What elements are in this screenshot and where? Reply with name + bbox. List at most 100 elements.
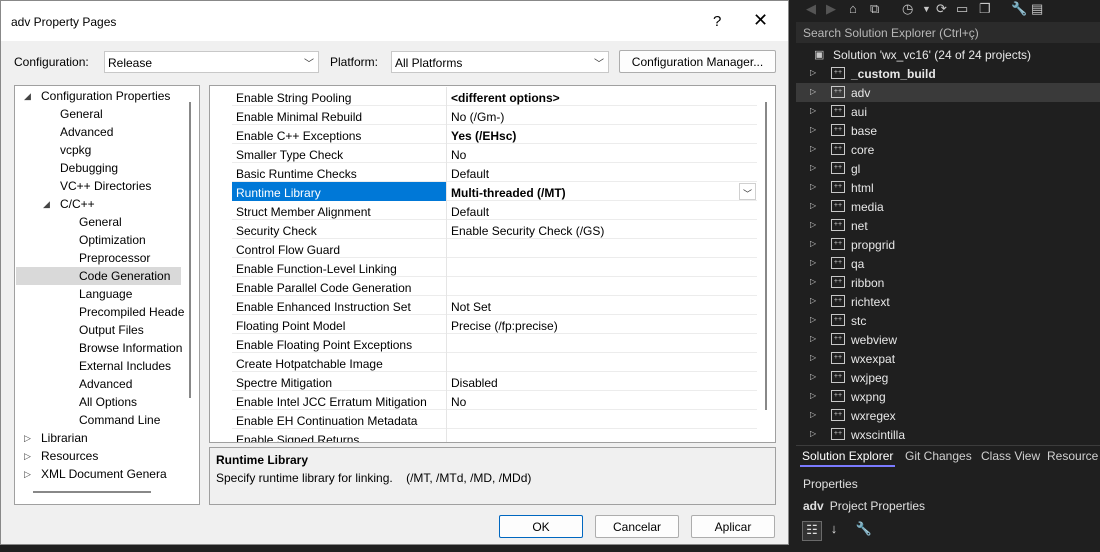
expand-icon[interactable]: ▷ [810,391,816,400]
collapse-icon[interactable]: ◢ [24,91,31,102]
project-item[interactable]: ▷ ++ media [796,197,1100,216]
home-icon[interactable]: ⌂ [849,1,857,16]
property-value[interactable]: Multi-threaded (/MT) [451,186,566,200]
solution-root[interactable]: ▣ Solution 'wx_vc16' (24 of 24 projects) [796,45,1100,64]
tree-item[interactable]: General [16,213,188,231]
properties-wrench-icon[interactable]: 🔧 [1011,1,1027,17]
project-item[interactable]: ▷ ++ adv [796,83,1100,102]
expand-icon[interactable]: ▷ [810,68,816,77]
tree-horizontal-scrollbar[interactable] [33,491,151,493]
tab-solution-explorer[interactable]: Solution Explorer [799,449,896,467]
property-value[interactable]: No [451,148,466,162]
property-value[interactable]: Enable Security Check (/GS) [451,224,604,238]
tree-item[interactable]: ◢ Configuration Properties [16,87,188,105]
expand-icon[interactable]: ▷ [810,277,816,286]
property-row[interactable]: Create Hotpatchable Image [232,353,757,372]
tree-item[interactable]: Debugging [16,159,188,177]
alphabetical-icon[interactable]: ↓ [824,521,844,541]
tree-item[interactable]: ▷ XML Document Genera [16,465,188,483]
expand-icon[interactable]: ▷ [810,315,816,324]
chevron-down-icon[interactable]: ▼ [922,4,931,14]
property-row[interactable]: Spectre Mitigation Disabled [232,372,757,391]
property-row[interactable]: Enable Floating Point Exceptions [232,334,757,353]
tree-item[interactable]: Command Line [16,411,188,429]
help-icon[interactable]: ? [713,13,721,30]
property-row[interactable]: Struct Member Alignment Default [232,201,757,220]
expand-icon[interactable]: ▷ [810,220,816,229]
property-pages-wrench-icon[interactable]: 🔧 [854,521,874,541]
property-row[interactable]: Enable Signed Returns [232,429,757,442]
property-value[interactable]: Not Set [451,300,491,314]
property-row[interactable]: Control Flow Guard [232,239,757,258]
property-row[interactable]: Enable Minimal Rebuild No (/Gm-) [232,106,757,125]
expand-icon[interactable]: ▷ [810,239,816,248]
pending-changes-icon[interactable]: ◷ [902,1,913,17]
tree-item[interactable]: Output Files [16,321,188,339]
grid-vertical-scrollbar[interactable] [765,102,767,410]
property-row[interactable]: Runtime Library Multi-threaded (/MT) ﹀ [232,182,757,201]
expand-icon[interactable]: ▷ [810,410,816,419]
configuration-manager-button[interactable]: Configuration Manager... [619,50,776,73]
property-value[interactable]: Disabled [451,376,498,390]
project-item[interactable]: ▷ ++ wxexpat [796,349,1100,368]
expand-icon[interactable]: ▷ [810,353,816,362]
project-item[interactable]: ▷ ++ richtext [796,292,1100,311]
tab-resource-view[interactable]: Resource V [1047,449,1100,463]
project-item[interactable]: ▷ ++ base [796,121,1100,140]
project-item[interactable]: ▷ ++ qa [796,254,1100,273]
solution-explorer-search-input[interactable]: Search Solution Explorer (Ctrl+ç) [796,22,1100,43]
tree-item[interactable]: Language [16,285,188,303]
expand-icon[interactable]: ▷ [810,334,816,343]
platform-select[interactable]: All Platforms ﹀ [391,51,609,73]
categorized-icon[interactable]: ☷ [802,521,822,541]
expand-icon[interactable]: ▷ [810,258,816,267]
property-grid[interactable]: Enable String Pooling <different options>… [209,85,776,443]
close-icon[interactable]: ✕ [753,10,768,31]
show-all-files-icon[interactable]: ❐ [979,1,991,17]
tab-class-view[interactable]: Class View [981,449,1040,463]
tree-item[interactable]: Advanced [16,123,188,141]
expand-icon[interactable]: ▷ [810,429,816,438]
property-row[interactable]: Enable Intel JCC Erratum Mitigation No [232,391,757,410]
expand-icon[interactable]: ▷ [810,372,816,381]
tree-item[interactable]: Advanced [16,375,188,393]
expand-icon[interactable]: ▷ [810,296,816,305]
expand-icon[interactable]: ▷ [24,433,31,444]
project-item[interactable]: ▷ ++ wxjpeg [796,368,1100,387]
apply-button[interactable]: Aplicar [691,515,775,538]
project-item[interactable]: ▷ ++ aui [796,102,1100,121]
collapse-all-icon[interactable]: ▭ [956,1,968,17]
switch-views-icon[interactable]: ⧉ [870,1,879,17]
tab-git-changes[interactable]: Git Changes [905,449,972,463]
property-row[interactable]: Smaller Type Check No [232,144,757,163]
property-value[interactable]: Default [451,167,489,181]
property-value[interactable]: <different options> [451,91,560,105]
expand-icon[interactable]: ▷ [810,201,816,210]
sync-icon[interactable]: ⟳ [936,1,947,17]
expand-icon[interactable]: ▷ [810,163,816,172]
expand-icon[interactable]: ▷ [810,182,816,191]
property-row[interactable]: Enable Enhanced Instruction Set Not Set [232,296,757,315]
property-row[interactable]: Basic Runtime Checks Default [232,163,757,182]
expand-icon[interactable]: ▷ [810,144,816,153]
tree-item[interactable]: ▷ Resources [16,447,188,465]
project-item[interactable]: ▷ ++ wxregex [796,406,1100,425]
tree-item[interactable]: General [16,105,188,123]
project-item[interactable]: ▷ ++ stc [796,311,1100,330]
expand-icon[interactable]: ▷ [810,87,816,96]
expand-icon[interactable]: ▷ [810,125,816,134]
tree-item[interactable]: ◢ C/C++ [16,195,188,213]
project-item[interactable]: ▷ ++ gl [796,159,1100,178]
expand-icon[interactable]: ▷ [810,106,816,115]
cancel-button[interactable]: Cancelar [595,515,679,538]
expand-icon[interactable]: ▷ [24,451,31,462]
tree-item[interactable]: Browse Information [16,339,188,357]
ok-button[interactable]: OK [499,515,583,538]
tree-vertical-scrollbar[interactable] [189,102,191,398]
property-row[interactable]: Floating Point Model Precise (/fp:precise… [232,315,757,334]
property-value[interactable]: No [451,395,466,409]
configuration-select[interactable]: Release ﹀ [104,51,319,73]
project-item[interactable]: ▷ ++ net [796,216,1100,235]
tree-item[interactable]: Preprocessor [16,249,188,267]
preview-icon[interactable]: ▤ [1031,1,1043,17]
